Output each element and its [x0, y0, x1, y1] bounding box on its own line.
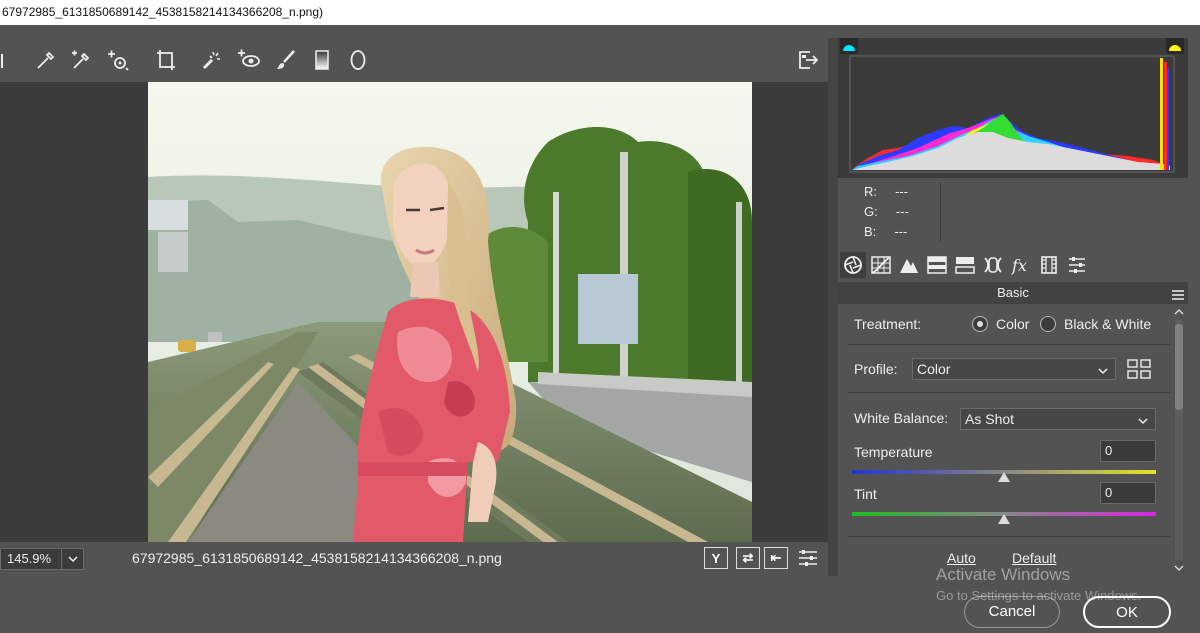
- panel-scrollbar[interactable]: [1172, 304, 1186, 576]
- tint-input[interactable]: 0: [1100, 482, 1156, 504]
- effects-icon[interactable]: fx: [1008, 252, 1034, 278]
- r-value: ---: [895, 184, 909, 199]
- separator: [848, 392, 1170, 393]
- swap-settings-button[interactable]: ⇄: [736, 547, 760, 569]
- white-balance-eyedropper-icon[interactable]: [32, 46, 60, 74]
- profile-browser-icon[interactable]: [1126, 358, 1152, 380]
- highlight-clipping-warning[interactable]: [1166, 38, 1184, 54]
- camera-raw-dialog: 67972985_6131850689142_45381582141343662…: [0, 0, 1200, 633]
- lens-corrections-icon[interactable]: [980, 252, 1006, 278]
- activation-watermark-title: Activate Windows: [936, 565, 1071, 584]
- detail-icon[interactable]: [896, 252, 922, 278]
- color-sampler-icon[interactable]: [66, 46, 94, 74]
- chevron-down-icon: [1097, 362, 1109, 375]
- svg-text:fx: fx: [1011, 256, 1027, 275]
- split-toning-icon[interactable]: [952, 252, 978, 278]
- profile-label: Profile:: [854, 361, 898, 377]
- presets-icon[interactable]: [1064, 252, 1090, 278]
- hsl-icon[interactable]: [924, 252, 950, 278]
- treatment-label: Treatment:: [854, 316, 922, 332]
- r-readout: R: ---: [864, 184, 908, 199]
- b-value: ---: [894, 224, 908, 239]
- image-canvas[interactable]: [0, 82, 828, 542]
- histogram: [838, 38, 1188, 178]
- profile-value: Color: [917, 361, 951, 377]
- file-name: 67972985_6131850689142_45381582141343662…: [132, 550, 502, 566]
- scrollbar-thumb[interactable]: [1175, 324, 1183, 410]
- chevron-down-icon: [1137, 412, 1149, 425]
- open-in-photoshop-icon[interactable]: [794, 46, 822, 74]
- separator: [848, 344, 1170, 345]
- temperature-input[interactable]: 0: [1100, 440, 1156, 462]
- chevron-down-icon[interactable]: [61, 549, 83, 569]
- white-balance-label: White Balance:: [854, 410, 949, 426]
- treatment-color-radio[interactable]: [972, 316, 988, 332]
- default-link[interactable]: Default: [1012, 550, 1056, 566]
- basic-panel-title: Basic: [997, 285, 1029, 300]
- red-eye-icon[interactable]: [234, 46, 262, 74]
- g-value: ---: [895, 204, 909, 219]
- treatment-bw-radio[interactable]: [1040, 316, 1056, 332]
- transform-crop-icon[interactable]: [152, 46, 180, 74]
- before-after-label: Y: [711, 550, 721, 566]
- panel-tabs: fx: [838, 248, 1188, 282]
- status-bar: 145.9% 67972985_6131850689142_4538158214…: [0, 542, 828, 576]
- activation-watermark-subtitle: Go to Settings to activate Windows.: [936, 588, 1142, 603]
- swap-icon: ⇄: [742, 550, 754, 565]
- radial-filter-icon[interactable]: [344, 46, 372, 74]
- adjustment-brush-icon[interactable]: [272, 46, 300, 74]
- zoom-select[interactable]: 145.9%: [0, 548, 84, 570]
- spot-removal-icon[interactable]: [198, 46, 226, 74]
- window-title: 67972985_6131850689142_45381582141343662…: [0, 0, 1200, 25]
- treatment-bw-label[interactable]: Black & White: [1064, 316, 1151, 332]
- tone-curve-icon[interactable]: [868, 252, 894, 278]
- treatment-color-label[interactable]: Color: [996, 316, 1029, 332]
- camera-calibration-icon[interactable]: [1036, 252, 1062, 278]
- hand-icon[interactable]: [0, 46, 18, 74]
- preview-settings-icon[interactable]: [796, 547, 820, 569]
- b-readout: B: ---: [864, 224, 907, 239]
- basic-settings: Treatment: Color Black & White Profile: …: [838, 304, 1174, 576]
- targeted-adjustment-icon[interactable]: [104, 46, 132, 74]
- tint-slider-thumb[interactable]: [998, 514, 1010, 524]
- before-after-toggle-button[interactable]: Y: [704, 547, 728, 569]
- temperature-label: Temperature: [854, 444, 933, 460]
- white-balance-value: As Shot: [965, 411, 1015, 427]
- readout-divider: [940, 182, 941, 242]
- panel-divider: [828, 38, 838, 576]
- basic-icon[interactable]: [840, 252, 866, 278]
- right-panel: R: --- G: --- B: --- fx Basic Treatment:…: [838, 38, 1188, 576]
- graduated-filter-icon[interactable]: [308, 46, 336, 74]
- preview-image: [148, 82, 752, 542]
- basic-panel-header: Basic: [838, 282, 1188, 304]
- b-label: B:: [864, 224, 877, 239]
- separator: [848, 536, 1170, 537]
- dialog-frame: [0, 25, 1200, 38]
- auto-link[interactable]: Auto: [947, 550, 976, 566]
- rgb-readout: R: --- G: --- B: ---: [838, 180, 1188, 246]
- white-balance-select[interactable]: As Shot: [960, 408, 1156, 430]
- g-label: G:: [864, 204, 878, 219]
- shadow-clipping-warning[interactable]: [840, 38, 858, 54]
- r-label: R:: [864, 184, 877, 199]
- tint-label: Tint: [854, 486, 877, 502]
- panel-menu-icon[interactable]: [1172, 286, 1184, 300]
- profile-select[interactable]: Color: [912, 358, 1116, 380]
- toolbar: [0, 38, 828, 82]
- copy-settings-button[interactable]: ⇤: [764, 547, 788, 569]
- copy-icon: ⇤: [770, 550, 782, 565]
- zoom-value: 145.9%: [7, 551, 52, 566]
- temperature-slider-thumb[interactable]: [998, 472, 1010, 482]
- g-readout: G: ---: [864, 204, 909, 219]
